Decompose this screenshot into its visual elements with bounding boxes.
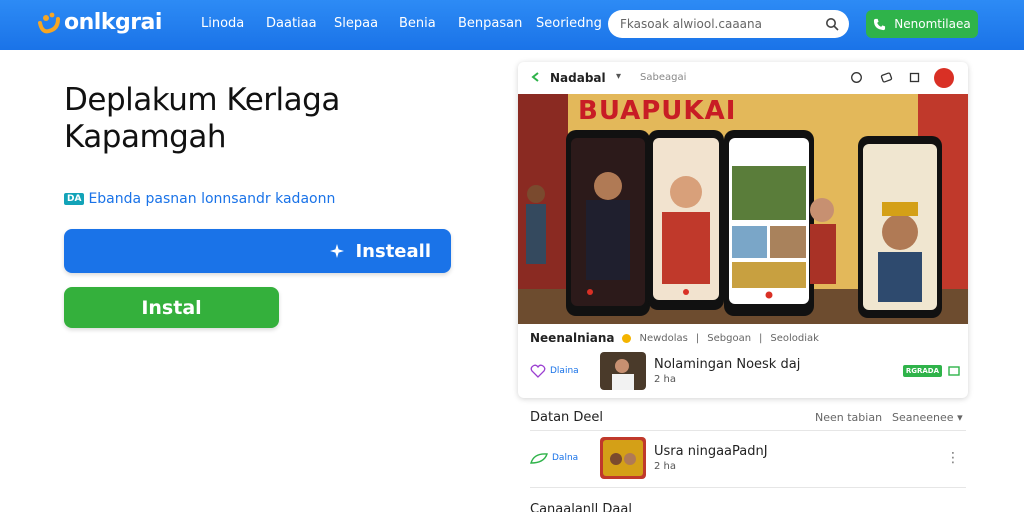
share-icon[interactable]: [908, 71, 921, 84]
user-avatar[interactable]: [934, 68, 954, 88]
section-row-subtitle: 2 ha: [654, 461, 677, 472]
verified-icon: [622, 333, 632, 343]
nav-link-6[interactable]: Seoriedng: [536, 16, 602, 31]
meta-separator: |: [695, 332, 700, 344]
section-controls: Neen tabian Seaneenee ▾: [815, 411, 963, 424]
banner-illustration: [518, 94, 968, 324]
banner-title: BUAPUKAI: [578, 96, 737, 126]
dropdown-caret-icon[interactable]: ▾: [616, 71, 621, 82]
row-pill: Dlaina: [530, 364, 600, 378]
author-meta-1: Newdolas: [639, 332, 688, 344]
row-tag: RGRADA: [902, 365, 942, 377]
divider: [530, 430, 966, 431]
subtitle-text: Ebanda pasnan lonnsandr kadaonn: [88, 191, 336, 207]
card-header-meta: Sabeagai: [640, 72, 687, 83]
row-pill-label: Dlaina: [550, 366, 579, 376]
top-navigation-bar: onlkgrai Linoda Daatiaa Slepaa Benia Ben…: [0, 0, 1024, 50]
row-text: Nolamingan Noesk daj 2 ha: [654, 357, 903, 385]
section-title: Datan Deel: [530, 410, 604, 425]
row-thumbnail: [600, 352, 646, 390]
install-secondary-button[interactable]: Instal: [64, 287, 279, 328]
install-secondary-label: Instal: [141, 296, 202, 319]
brand-name: onlkgrai: [64, 9, 162, 35]
chat-icon[interactable]: [850, 71, 863, 84]
author-meta-2: Sebgoan: [707, 332, 752, 344]
card-author-row: Neenalniana Newdolas | Sebgoan | Seolodi…: [530, 331, 819, 345]
row-action-icon[interactable]: [948, 366, 960, 376]
chevron-down-icon: ▾: [957, 411, 963, 424]
author-meta-3: Seolodiak: [770, 332, 819, 344]
contact-button-label: Nenomtilaea: [894, 17, 971, 31]
subtitle-badge: DA: [64, 193, 85, 205]
sparkle-icon: [330, 244, 345, 258]
section-row-text: Usra ningaaPadnJ 2 ha: [654, 444, 946, 472]
nav-link-5[interactable]: Benpasan: [458, 16, 522, 31]
card-list-item[interactable]: Dlaina Nolamingan Noesk daj 2 ha RGRADA: [530, 352, 960, 390]
section-row-pill: Dalna: [530, 452, 600, 464]
heart-icon: [530, 364, 546, 378]
section-row-pill-label: Dalna: [552, 453, 579, 463]
section-sort-label: Seaneenee: [892, 411, 954, 424]
section-sort[interactable]: Seaneenee ▾: [892, 411, 963, 424]
leaf-icon: [530, 453, 548, 464]
logo-icon: [38, 12, 60, 34]
search-placeholder: Fkasoak alwiool.caaana: [620, 17, 762, 31]
card-header: Nadabal ▾ Sabeagai: [518, 62, 968, 94]
card-header-title: Nadabal: [550, 71, 606, 85]
hero-title-line-1: Deplakum Kerlaga: [64, 82, 340, 118]
next-section-title: Canaalanll Daal: [530, 502, 632, 512]
camera-icon[interactable]: [880, 71, 893, 84]
nav-link-3[interactable]: Slepaa: [334, 16, 378, 31]
contact-button[interactable]: Nenomtilaea: [866, 10, 978, 38]
search-icon[interactable]: [825, 17, 839, 31]
nav-link-4[interactable]: Benia: [399, 16, 436, 31]
meta-separator: |: [759, 332, 763, 344]
search-input[interactable]: Fkasoak alwiool.caaana: [608, 10, 849, 38]
row-subtitle: 2 ha: [654, 374, 677, 385]
section-list-item[interactable]: Dalna Usra ningaaPadnJ 2 ha ⋮: [530, 437, 966, 479]
more-options-icon[interactable]: ⋮: [946, 450, 966, 466]
app-preview-card: Nadabal ▾ Sabeagai BUAPUKAI Neenalniana …: [518, 62, 968, 398]
hero-subtitle: DA Ebanda pasnan lonnsandr kadaonn: [64, 191, 335, 207]
phone-icon: [874, 18, 886, 30]
install-primary-label: Insteall: [355, 240, 431, 262]
hero-title: Deplakum Kerlaga Kapamgah: [64, 82, 464, 156]
row-title: Nolamingan Noesk daj: [654, 357, 801, 372]
nav-link-2[interactable]: Daatiaa: [266, 16, 317, 31]
brand-logo[interactable]: onlkgrai: [36, 9, 162, 35]
hero-title-line-2: Kapamgah: [64, 119, 226, 155]
nav-link-1[interactable]: Linoda: [201, 16, 244, 31]
section-row-title: Usra ningaaPadnJ: [654, 444, 768, 459]
divider: [530, 487, 966, 488]
install-primary-button[interactable]: Insteall: [64, 229, 451, 273]
section-filter[interactable]: Neen tabian: [815, 411, 882, 424]
back-arrow-icon[interactable]: [530, 71, 542, 83]
author-name[interactable]: Neenalniana: [530, 331, 614, 345]
promo-banner-image: BUAPUKAI: [518, 94, 968, 324]
section-row-thumbnail: [600, 437, 646, 479]
